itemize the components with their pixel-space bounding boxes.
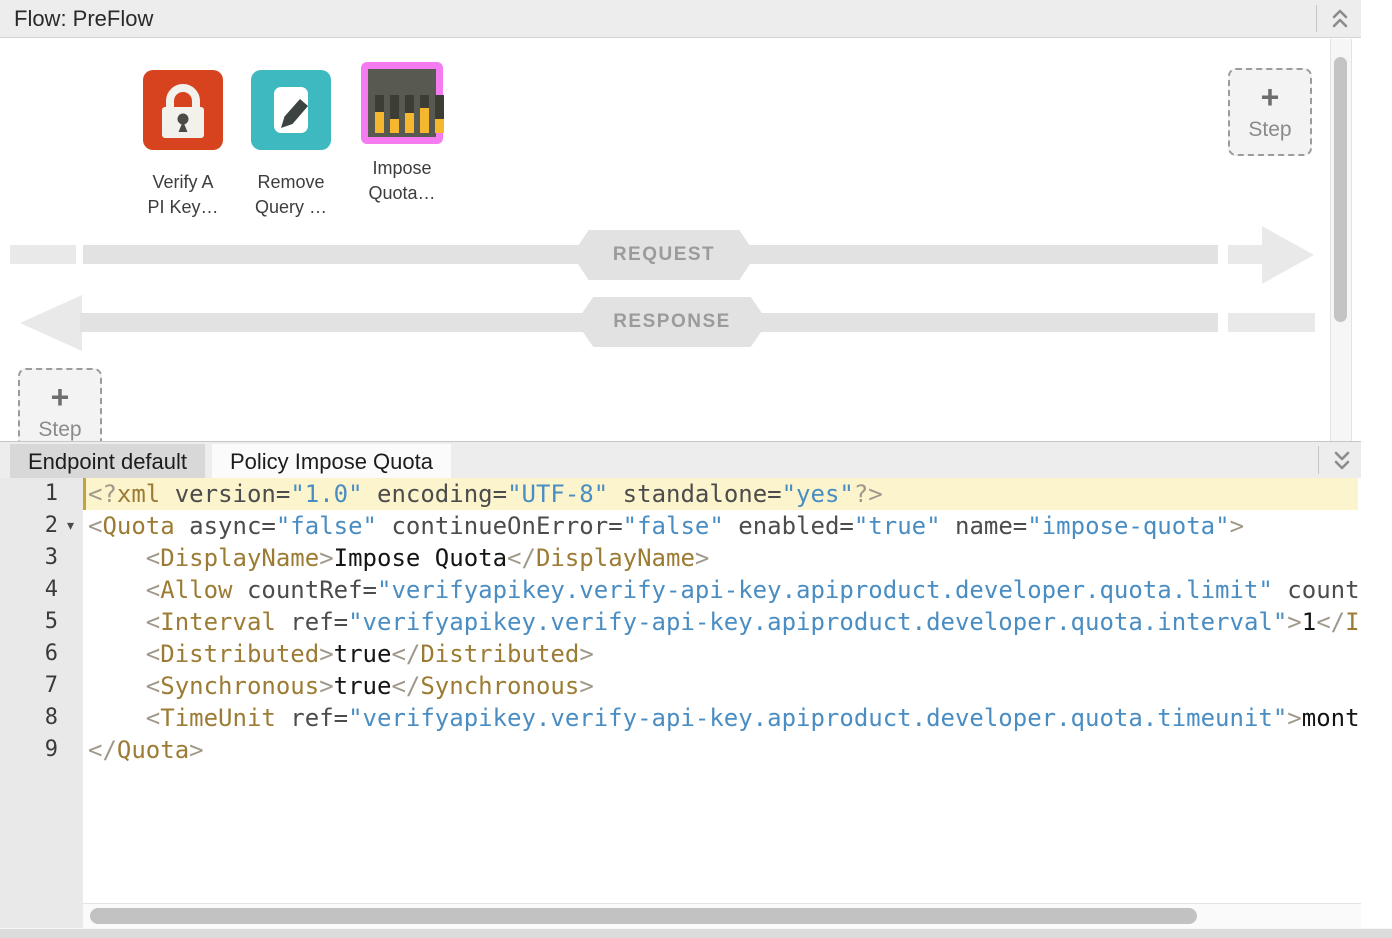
response-bar-stub-right bbox=[1228, 313, 1315, 332]
add-step-button-request[interactable]: + Step bbox=[1228, 68, 1312, 156]
code-text[interactable]: <Synchronous>true</Synchronous> bbox=[83, 670, 1392, 702]
policy-impose-quota[interactable]: Impose Quota… bbox=[347, 62, 457, 206]
code-line-2[interactable]: 2▾<Quota async="false" continueOnError="… bbox=[0, 510, 1392, 542]
fold-spacer bbox=[58, 574, 83, 606]
line-number: 5 bbox=[0, 606, 58, 638]
code-text[interactable]: </Quota> bbox=[83, 734, 1392, 766]
editor-collapse-button[interactable] bbox=[1326, 444, 1358, 476]
plus-icon: + bbox=[1261, 83, 1280, 111]
fold-spacer bbox=[58, 734, 83, 766]
fold-spacer bbox=[58, 478, 83, 510]
code-text[interactable]: <Distributed>true</Distributed> bbox=[83, 638, 1392, 670]
app-window: Flow: PreFlow Verify A PI Key… bbox=[0, 0, 1392, 938]
fold-spacer bbox=[58, 670, 83, 702]
policy-label: Verify A PI Key… bbox=[147, 170, 218, 220]
fold-spacer bbox=[58, 702, 83, 734]
policy-verify-api-key[interactable]: Verify A PI Key… bbox=[128, 70, 238, 220]
line-number: 3 bbox=[0, 542, 58, 574]
line-number: 6 bbox=[0, 638, 58, 670]
double-chevron-down-icon bbox=[1331, 448, 1353, 472]
window-bottom-edge bbox=[0, 928, 1392, 938]
code-text[interactable]: <Allow countRef="verifyapikey.verify-api… bbox=[83, 574, 1392, 606]
line-number: 1 bbox=[0, 478, 58, 510]
flow-canvas: Verify A PI Key… Remove Query … bbox=[0, 39, 1361, 441]
plus-icon: + bbox=[51, 383, 70, 411]
flow-collapse-button[interactable] bbox=[1324, 3, 1356, 35]
header-divider bbox=[1316, 5, 1317, 32]
policy-remove-query-param[interactable]: Remove Query … bbox=[236, 70, 346, 220]
double-chevron-up-icon bbox=[1329, 7, 1351, 31]
response-badge: RESPONSE bbox=[576, 297, 768, 347]
line-number: 2 bbox=[0, 510, 58, 542]
editor-tab-bar: Endpoint default Policy Impose Quota bbox=[0, 441, 1361, 478]
line-number: 8 bbox=[0, 702, 58, 734]
flow-scrollbar-thumb[interactable] bbox=[1334, 57, 1347, 322]
pencil-icon bbox=[251, 70, 331, 150]
flow-title: Flow: PreFlow bbox=[14, 6, 153, 32]
tab-bar-divider bbox=[1318, 446, 1319, 474]
line-number: 7 bbox=[0, 670, 58, 702]
code-text[interactable]: <DisplayName>Impose Quota</DisplayName> bbox=[83, 542, 1392, 574]
code-line-9[interactable]: 9 </Quota> bbox=[0, 734, 1392, 766]
editor-panel: Endpoint default Policy Impose Quota 1 <?… bbox=[0, 441, 1392, 928]
flow-vertical-scrollbar[interactable] bbox=[1330, 39, 1352, 441]
editor-horizontal-scrollbar[interactable] bbox=[83, 903, 1361, 928]
code-line-5[interactable]: 5 <Interval ref="verifyapikey.verify-api… bbox=[0, 606, 1392, 638]
lock-icon bbox=[143, 70, 223, 150]
line-number: 4 bbox=[0, 574, 58, 606]
policy-label: Impose Quota… bbox=[368, 156, 435, 206]
response-arrowhead-icon bbox=[20, 295, 82, 351]
code-line-6[interactable]: 6 <Distributed>true</Distributed> bbox=[0, 638, 1392, 670]
code-text[interactable]: <TimeUnit ref="verifyapikey.verify-api-k… bbox=[83, 702, 1392, 734]
code-line-4[interactable]: 4 <Allow countRef="verifyapikey.verify-a… bbox=[0, 574, 1392, 606]
code-line-8[interactable]: 8 <TimeUnit ref="verifyapikey.verify-api… bbox=[0, 702, 1392, 734]
code-line-1[interactable]: 1 <?xml version="1.0" encoding="UTF-8" st… bbox=[0, 478, 1392, 510]
code-line-3[interactable]: 3 <DisplayName>Impose Quota</DisplayName… bbox=[0, 542, 1392, 574]
code-text[interactable]: <Interval ref="verifyapikey.verify-api-k… bbox=[83, 606, 1392, 638]
quota-bars bbox=[375, 95, 444, 133]
code-text[interactable]: <Quota async="false" continueOnError="fa… bbox=[83, 510, 1392, 542]
flow-header: Flow: PreFlow bbox=[0, 0, 1361, 38]
code-text[interactable]: <?xml version="1.0" encoding="UTF-8" sta… bbox=[83, 478, 1392, 510]
fold-spacer bbox=[58, 638, 83, 670]
policy-label: Remove Query … bbox=[255, 170, 327, 220]
editor-scrollbar-thumb[interactable] bbox=[90, 908, 1197, 924]
line-number: 9 bbox=[0, 734, 58, 766]
fold-spacer bbox=[58, 606, 83, 638]
request-bar-stub-left bbox=[10, 245, 76, 264]
request-badge: REQUEST bbox=[572, 230, 756, 280]
quota-bars-icon bbox=[361, 62, 443, 144]
tab-endpoint-default[interactable]: Endpoint default bbox=[10, 444, 205, 479]
code-line-7[interactable]: 7 <Synchronous>true</Synchronous> bbox=[0, 670, 1392, 702]
request-arrowhead-icon bbox=[1262, 226, 1314, 284]
fold-toggle-icon[interactable]: ▾ bbox=[58, 510, 83, 542]
fold-spacer bbox=[58, 542, 83, 574]
code-lines: 1 <?xml version="1.0" encoding="UTF-8" st… bbox=[0, 478, 1392, 766]
tab-policy-impose-quota[interactable]: Policy Impose Quota bbox=[212, 444, 451, 479]
code-editor[interactable]: 1 <?xml version="1.0" encoding="UTF-8" st… bbox=[0, 478, 1392, 903]
